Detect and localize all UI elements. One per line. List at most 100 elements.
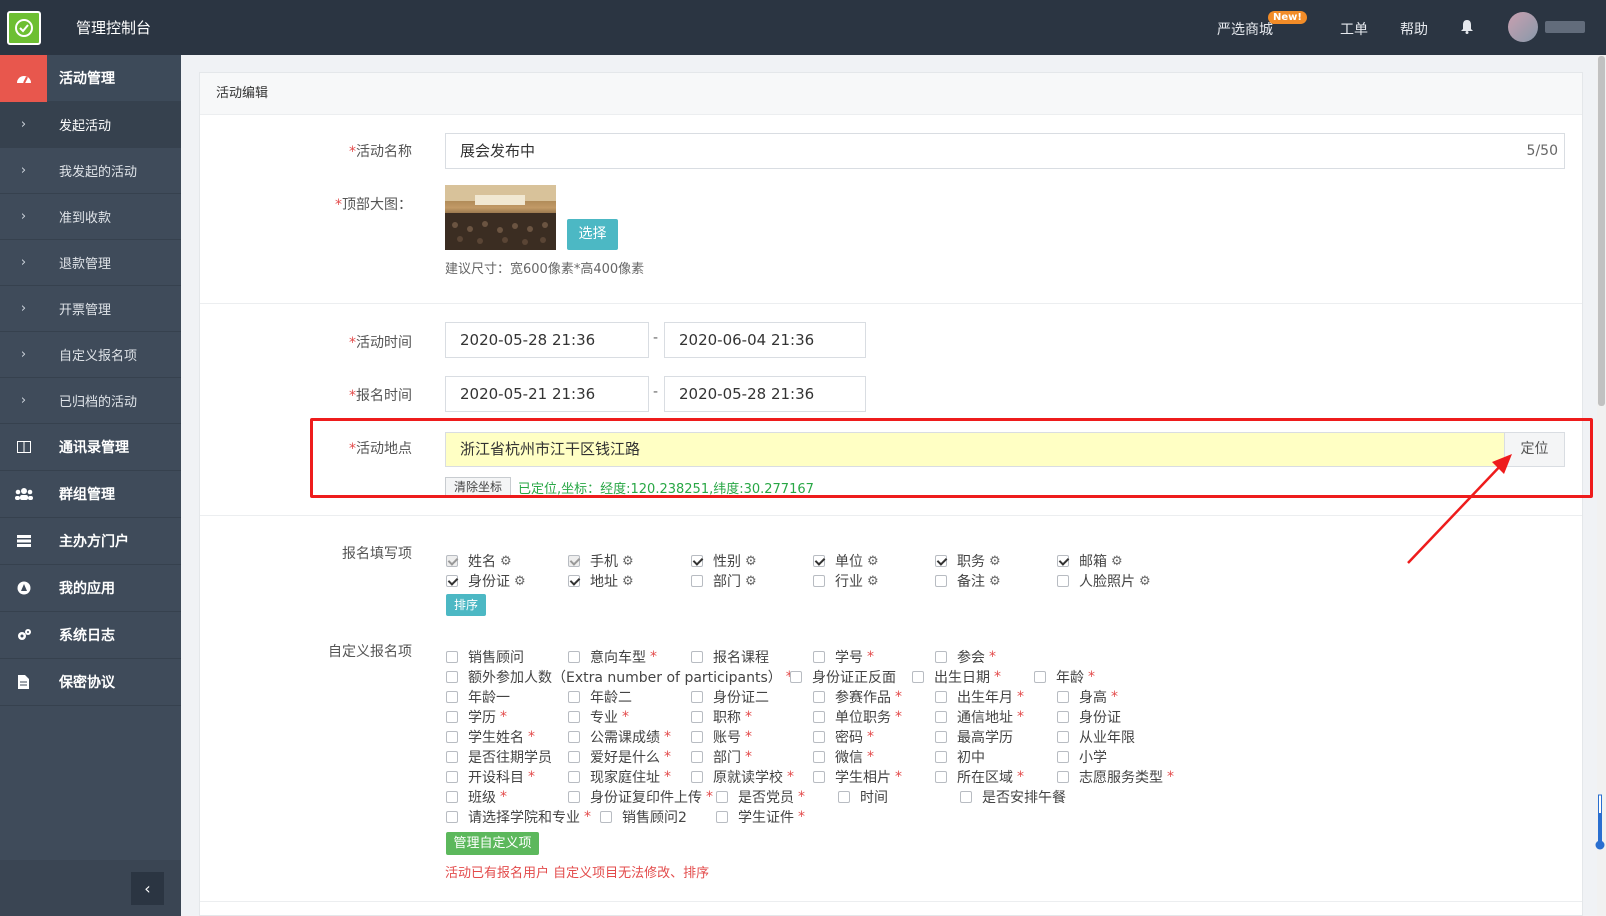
custom-field-option[interactable]: 是否安排午餐 [960, 787, 1066, 807]
gear-icon[interactable]: ⚙ [745, 554, 757, 569]
custom-field-option[interactable]: 爱好是什么 * [568, 747, 671, 767]
custom-field-option[interactable]: 销售顾问 [446, 647, 524, 667]
custom-field-option[interactable]: 志愿服务类型 * [1057, 767, 1174, 787]
user-name-blurred[interactable] [1545, 21, 1585, 33]
gear-icon[interactable]: ⚙ [1139, 574, 1151, 589]
custom-field-option[interactable]: 单位职务 * [813, 707, 902, 727]
checkbox[interactable] [568, 711, 580, 723]
checkbox[interactable] [446, 651, 458, 663]
checkbox[interactable] [600, 811, 612, 823]
sidebar-item-groups[interactable]: 群组管理 [0, 471, 181, 518]
checkbox[interactable] [1057, 555, 1069, 567]
sidebar-subitem-create[interactable]: › 发起活动 [0, 102, 181, 148]
custom-field-option[interactable]: 是否党员 * [716, 787, 805, 807]
checkbox[interactable] [446, 555, 458, 567]
checkbox[interactable] [813, 651, 825, 663]
custom-field-option[interactable]: 最高学历 [935, 727, 1013, 747]
checkbox[interactable] [935, 771, 947, 783]
sidebar-item-activity[interactable]: 活动管理 [0, 54, 181, 102]
custom-field-option[interactable]: 密码 * [813, 727, 874, 747]
collapse-sidebar-button[interactable]: ‹ [131, 872, 164, 905]
custom-field-option[interactable]: 身高 * [1057, 687, 1118, 707]
custom-field-option[interactable]: 报名课程 [691, 647, 769, 667]
checkbox[interactable] [1057, 711, 1069, 723]
checkbox[interactable] [446, 671, 458, 683]
signup-field-option[interactable]: 职务 ⚙ [935, 551, 1001, 571]
custom-field-option[interactable]: 时间 [838, 787, 888, 807]
checkbox[interactable] [568, 691, 580, 703]
signup-field-option[interactable]: 部门 ⚙ [691, 571, 757, 591]
checkbox[interactable] [813, 691, 825, 703]
custom-field-option[interactable]: 初中 [935, 747, 985, 767]
select-image-button[interactable]: 选择 [567, 219, 618, 250]
checkbox[interactable] [1057, 691, 1069, 703]
sidebar-item-organizer-portal[interactable]: 主办方门户 [0, 518, 181, 565]
custom-field-option[interactable]: 意向车型 * [568, 647, 657, 667]
signup-field-option[interactable]: 身份证 ⚙ [446, 571, 526, 591]
custom-field-option[interactable]: 请选择学院和专业 * [446, 807, 591, 827]
gear-icon[interactable]: ⚙ [745, 574, 757, 589]
custom-field-option[interactable]: 身份证复印件上传 * [568, 787, 713, 807]
checkbox[interactable] [838, 791, 850, 803]
checkbox[interactable] [691, 771, 703, 783]
sidebar-subitem-my-activities[interactable]: › 我发起的活动 [0, 148, 181, 194]
custom-field-option[interactable]: 参会 * [935, 647, 996, 667]
custom-field-option[interactable]: 学生相片 * [813, 767, 902, 787]
custom-field-option[interactable]: 原就读学校 * [691, 767, 794, 787]
custom-field-option[interactable]: 专业 * [568, 707, 629, 727]
scrollbar-thumb[interactable] [1598, 56, 1605, 406]
sidebar-subitem-payments[interactable]: › 准到收款 [0, 194, 181, 240]
checkbox[interactable] [813, 751, 825, 763]
sidebar-item-contacts[interactable]: 通讯录管理 [0, 424, 181, 471]
checkbox[interactable] [1057, 771, 1069, 783]
sidebar-subitem-refunds[interactable]: › 退款管理 [0, 240, 181, 286]
gear-icon[interactable]: ⚙ [622, 554, 634, 569]
custom-field-option[interactable]: 开设科目 * [446, 767, 535, 787]
custom-field-option[interactable]: 学生证件 * [716, 807, 805, 827]
checkbox[interactable] [1057, 575, 1069, 587]
gear-icon[interactable]: ⚙ [867, 554, 879, 569]
checkbox[interactable] [568, 731, 580, 743]
custom-field-option[interactable]: 职称 * [691, 707, 752, 727]
checkbox[interactable] [446, 791, 458, 803]
sidebar-item-system-log[interactable]: 系统日志 [0, 612, 181, 659]
checkbox[interactable] [1034, 671, 1046, 683]
top-link-ticket[interactable]: 工单 [1340, 19, 1368, 39]
custom-field-option[interactable]: 微信 * [813, 747, 874, 767]
checkbox[interactable] [691, 691, 703, 703]
checkbox[interactable] [1057, 731, 1069, 743]
gear-icon[interactable]: ⚙ [867, 574, 879, 589]
gear-icon[interactable]: ⚙ [989, 574, 1001, 589]
signup-field-option[interactable]: 备注 ⚙ [935, 571, 1001, 591]
custom-field-option[interactable]: 参赛作品 * [813, 687, 902, 707]
checkbox[interactable] [691, 651, 703, 663]
checkbox[interactable] [813, 711, 825, 723]
checkbox[interactable] [691, 731, 703, 743]
checkbox[interactable] [935, 751, 947, 763]
checkbox[interactable] [1057, 751, 1069, 763]
checkbox[interactable] [813, 575, 825, 587]
signup-field-option[interactable]: 人脸照片 ⚙ [1057, 571, 1151, 591]
signup-field-option[interactable]: 行业 ⚙ [813, 571, 879, 591]
checkbox[interactable] [568, 771, 580, 783]
checkbox[interactable] [935, 711, 947, 723]
checkbox[interactable] [912, 671, 924, 683]
checkbox[interactable] [716, 811, 728, 823]
checkbox[interactable] [568, 791, 580, 803]
custom-field-option[interactable]: 班级 * [446, 787, 507, 807]
checkbox[interactable] [691, 711, 703, 723]
avatar[interactable] [1508, 12, 1538, 42]
custom-field-option[interactable]: 出生日期 * [912, 667, 1001, 687]
custom-field-option[interactable]: 从业年限 [1057, 727, 1135, 747]
bell-icon[interactable] [1460, 19, 1474, 38]
signup-field-option[interactable]: 地址 ⚙ [568, 571, 634, 591]
sidebar-subitem-custom-fields[interactable]: › 自定义报名项 [0, 332, 181, 378]
signup-field-option[interactable]: 姓名 ⚙ [446, 551, 512, 571]
checkbox[interactable] [790, 671, 802, 683]
checkbox[interactable] [691, 751, 703, 763]
checkbox[interactable] [446, 575, 458, 587]
checkbox[interactable] [935, 555, 947, 567]
custom-field-option[interactable]: 销售顾问2 [600, 807, 687, 827]
checkbox[interactable] [935, 651, 947, 663]
custom-field-option[interactable]: 身份证正反面 [790, 667, 896, 687]
